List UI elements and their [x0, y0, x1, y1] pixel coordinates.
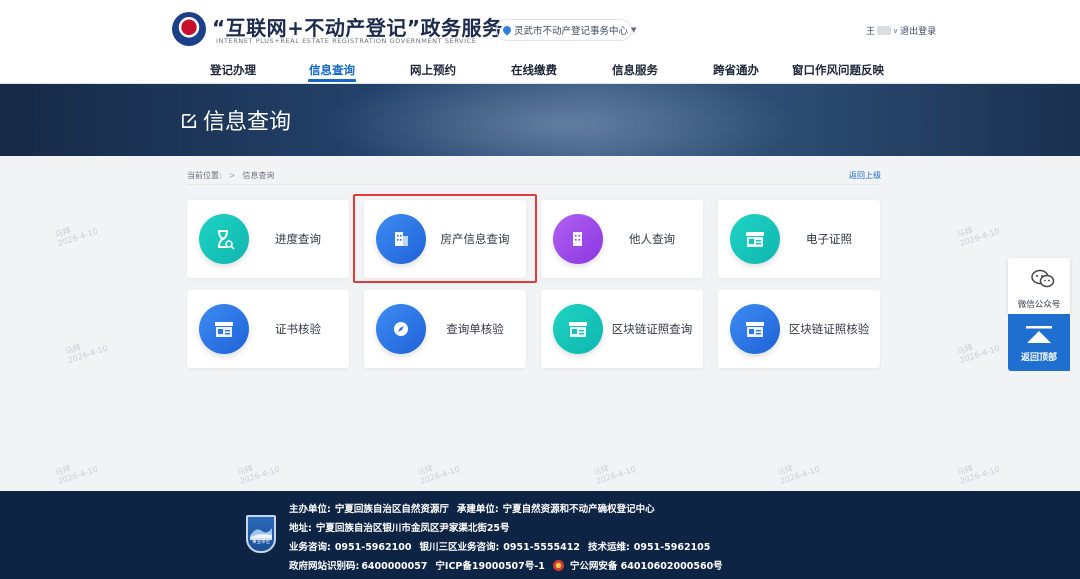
back-to-top-button[interactable]: 返回顶部	[1008, 314, 1070, 371]
arrow-up-icon	[1026, 326, 1052, 343]
breadcrumb-separator-icon: >	[228, 171, 236, 180]
footer-line-address: 地址: 宁夏回族自治区银川市金凤区尹家渠北街25号	[289, 523, 510, 534]
watermark: 马拜2026-4-10	[53, 225, 99, 248]
nav-item-info-service[interactable]: 信息服务	[612, 62, 658, 84]
user-name-mask	[877, 26, 892, 35]
watermark: 马拜2026-4-10	[591, 463, 637, 486]
watermark: 马拜2026-4-10	[775, 463, 821, 486]
footer-line-registration: 政府网站识别码: 6400000057 宁ICP备19000507号-1 宁公网安备 …	[289, 560, 723, 572]
tile-label: 区块链证照查询	[611, 322, 693, 336]
institution-badge-icon[interactable]: 事业单位	[246, 515, 276, 553]
badge-label: 事业单位	[252, 540, 270, 545]
chevron-down-icon: ∨	[893, 26, 899, 35]
site-logo-icon[interactable]	[172, 12, 206, 46]
tile-label: 查询单核验	[446, 322, 504, 336]
nav-item-feedback[interactable]: 窗口作风问题反映	[792, 62, 884, 84]
watermark: 马拜2026-4-10	[235, 463, 281, 486]
nav-item-payment[interactable]: 在线缴费	[511, 62, 557, 84]
page-banner: 信息查询	[0, 84, 1080, 156]
watermark: 马拜2026-4-10	[955, 342, 1001, 365]
region-selector[interactable]: 灵武市不动产登记事务中心 ▼	[496, 19, 636, 41]
id-card-icon	[730, 304, 780, 354]
footer-info: 主办单位: 宁夏回族自治区自然资源厅 承建单位: 宁夏自然资源和不动产确权登记中心 地…	[289, 500, 759, 576]
nav-item-appointment[interactable]: 网上预约	[410, 62, 456, 84]
tile-label: 他人查询	[629, 232, 675, 246]
tile-label: 电子证照	[806, 232, 852, 246]
nav-item-cross-province[interactable]: 跨省通办	[713, 62, 759, 84]
tile-others-query[interactable]: 他人查询	[541, 200, 703, 278]
wechat-icon	[1031, 269, 1055, 288]
watermark: 马拜2026-4-10	[955, 463, 1001, 486]
tile-progress-query[interactable]: 进度查询	[187, 200, 349, 278]
watermark: 马拜2026-4-10	[955, 225, 1001, 248]
watermark: 马拜2026-4-10	[53, 463, 99, 486]
page: “互联网+不动产登记”政务服务 INTERNET PLUS+REAL ESTAT…	[0, 0, 1080, 579]
watermark: 马拜2026-4-10	[63, 342, 109, 365]
footer-line-contacts: 业务咨询: 0951-5962100 银川三区业务咨询: 0951-5555412 技术…	[289, 542, 711, 553]
breadcrumb: 当前位置: > 信息查询	[187, 170, 274, 181]
main-nav: 登记办理 信息查询 网上预约 在线缴费 信息服务 跨省通办 窗口作风问题反映	[180, 62, 900, 84]
chevron-down-icon: ▼	[631, 26, 637, 34]
header: “互联网+不动产登记”政务服务 INTERNET PLUS+REAL ESTAT…	[0, 0, 1080, 84]
tile-e-certificate[interactable]: 电子证照	[718, 200, 880, 278]
breadcrumb-label: 当前位置:	[187, 171, 222, 180]
user-menu[interactable]: 王 ∨ 退出登录	[866, 24, 936, 37]
icp-link[interactable]: 宁ICP备19000507号-1	[435, 561, 544, 572]
tile-blockchain-cert-query[interactable]: 区块链证照查询	[541, 290, 703, 368]
tile-certificate-verify[interactable]: 证书核验	[187, 290, 349, 368]
nav-item-registration[interactable]: 登记办理	[210, 62, 256, 84]
user-name: 王	[866, 27, 876, 37]
page-title: 信息查询	[180, 104, 291, 136]
hourglass-search-icon	[199, 214, 249, 264]
tile-label: 进度查询	[275, 232, 321, 246]
building-icon	[553, 214, 603, 264]
footer-line-organizers: 主办单位: 宁夏回族自治区自然资源厅 承建单位: 宁夏自然资源和不动产确权登记中心	[289, 504, 655, 515]
id-card-icon	[199, 304, 249, 354]
logout-link[interactable]: 退出登录	[900, 24, 936, 37]
tile-label: 区块链证照核验	[788, 322, 870, 336]
compass-icon	[376, 304, 426, 354]
selection-highlight-box	[353, 194, 537, 283]
tile-query-sheet-verify[interactable]: 查询单核验	[364, 290, 526, 368]
edit-icon	[181, 113, 197, 128]
breadcrumb-divider	[187, 184, 882, 185]
region-label: 灵武市不动产登记事务中心	[514, 26, 629, 37]
back-link[interactable]: 返回上级	[849, 170, 881, 181]
id-card-icon	[730, 214, 780, 264]
id-card-icon	[553, 304, 603, 354]
wechat-label: 微信公众号	[1017, 300, 1061, 310]
back-to-top-label: 返回顶部	[1020, 353, 1057, 363]
watermark: 马拜2026-4-10	[415, 463, 461, 486]
police-record-link[interactable]: 宁公网安备 64010602000560号	[570, 561, 723, 572]
site-subtitle: INTERNET PLUS+REAL ESTATE REGISTRATION G…	[216, 37, 477, 45]
tile-blockchain-cert-verify[interactable]: 区块链证照核验	[718, 290, 880, 368]
wechat-button[interactable]: 微信公众号	[1008, 258, 1070, 314]
nav-item-info-query[interactable]: 信息查询	[308, 62, 356, 84]
page-title-text: 信息查询	[203, 110, 292, 135]
location-pin-icon	[501, 24, 513, 36]
police-badge-icon	[552, 560, 564, 571]
tile-label: 证书核验	[275, 322, 321, 336]
breadcrumb-current: 信息查询	[242, 171, 275, 180]
